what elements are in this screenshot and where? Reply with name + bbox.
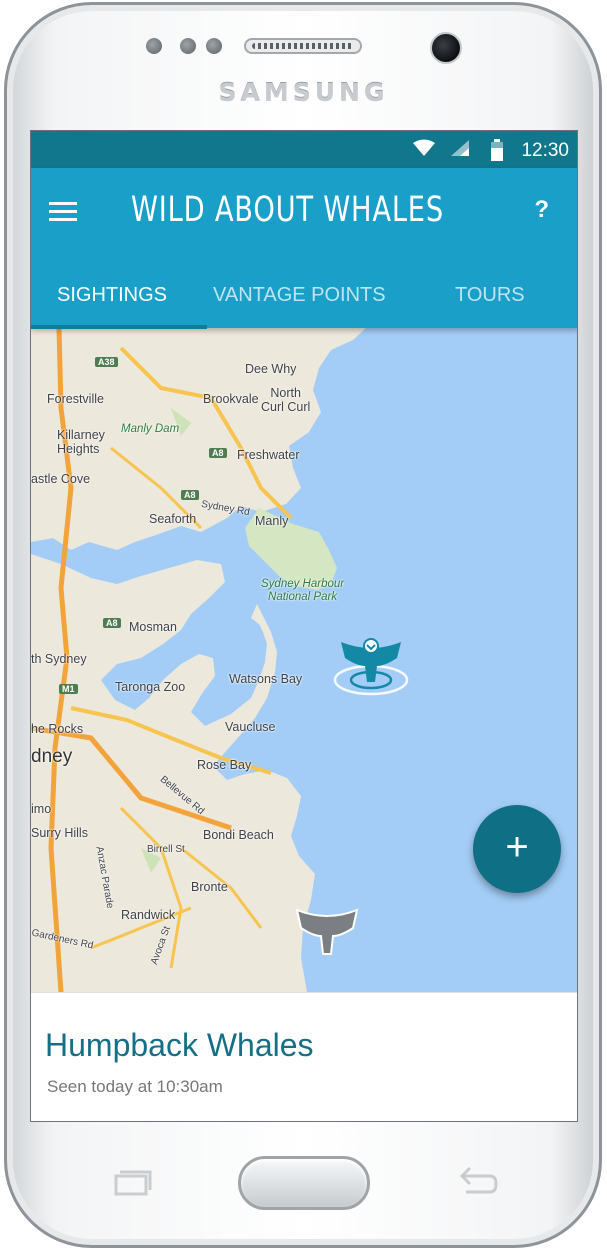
sensor-icon <box>180 38 196 54</box>
map-label: Bondi Beach <box>203 828 274 842</box>
road-shield: A8 <box>181 490 199 500</box>
map-label: Birrell St <box>147 844 185 855</box>
whale-tail-marker[interactable] <box>295 906 359 958</box>
map-label: Rose Bay <box>197 758 252 772</box>
sighting-card[interactable]: Humpback Whales Seen today at 10:30am <box>31 992 577 1121</box>
map-label: dney <box>31 746 73 767</box>
road-shield: A38 <box>95 357 118 367</box>
sighting-title: Humpback Whales <box>45 1027 314 1063</box>
map-label: Randwick <box>121 908 176 922</box>
app-bar: WILD ABOUT WHALES ? SIGHTINGS VANTAGE PO… <box>31 168 577 329</box>
tab-tours[interactable]: TOURS <box>455 284 525 307</box>
tab-vantage-points[interactable]: VANTAGE POINTS <box>213 284 386 307</box>
road-shield: A8 <box>103 618 121 628</box>
hamburger-menu-icon[interactable] <box>49 202 77 224</box>
back-icon[interactable] <box>456 1166 498 1198</box>
road-shield: A8 <box>209 448 227 458</box>
help-button[interactable]: ? <box>534 196 549 224</box>
map-label: Surry Hills <box>31 826 88 840</box>
phone-frame: SAMSUNG 12:30 WILD ABOUT WHALES ? SIGHTI… <box>0 0 607 1251</box>
map-label: Watsons Bay <box>229 672 303 686</box>
whale-tail-marker-selected[interactable] <box>331 632 411 702</box>
map-label: Killarney Heights <box>57 428 105 456</box>
sighting-time: Seen today at 10:30am <box>47 1077 223 1096</box>
tab-indicator <box>31 325 207 329</box>
map-label: Seaforth <box>149 512 197 526</box>
screen: 12:30 WILD ABOUT WHALES ? SIGHTINGS VANT… <box>30 130 578 1122</box>
map-land <box>31 328 366 992</box>
home-button[interactable] <box>238 1156 370 1210</box>
map-label: North Curl Curl <box>261 386 311 414</box>
map-label: Manly <box>255 514 289 528</box>
map-label: Bronte <box>191 880 228 894</box>
status-bar: 12:30 <box>31 131 577 168</box>
map-label: Sydney Harbour National Park <box>261 578 345 603</box>
sensor-icon <box>206 38 222 54</box>
brand-logo: SAMSUNG <box>218 78 389 107</box>
map-label: Dee Why <box>245 362 297 376</box>
status-time: 12:30 <box>521 140 569 161</box>
map-label: Manly Dam <box>121 423 180 435</box>
map-label: imo <box>31 802 52 816</box>
wifi-icon <box>413 139 435 156</box>
earpiece-speaker <box>244 38 362 54</box>
map-label: Forestville <box>47 392 104 406</box>
add-sighting-button[interactable]: + <box>473 805 561 893</box>
battery-icon <box>491 139 503 161</box>
front-camera-icon <box>430 32 462 64</box>
tab-sightings[interactable]: SIGHTINGS <box>57 284 167 307</box>
map-label: astle Cove <box>31 472 91 486</box>
recent-apps-icon[interactable] <box>112 1168 152 1198</box>
road-shield: M1 <box>59 684 78 694</box>
map-view[interactable]: A38 A8 A8 A8 M1 Dee Why Forestville Broo… <box>31 328 577 992</box>
map-label: Freshwater <box>237 448 300 462</box>
map-label: he Rocks <box>31 722 84 736</box>
map-label: Vaucluse <box>225 720 276 734</box>
map-label: Brookvale <box>203 392 259 406</box>
map-label: th Sydney <box>31 652 87 666</box>
map-label: Taronga Zoo <box>115 680 186 694</box>
sensor-icon <box>146 38 162 54</box>
tab-bar: SIGHTINGS VANTAGE POINTS TOURS <box>31 274 577 329</box>
map-label: Mosman <box>129 620 177 634</box>
signal-icon <box>451 140 469 156</box>
app-title: WILD ABOUT WHALES <box>131 190 444 230</box>
